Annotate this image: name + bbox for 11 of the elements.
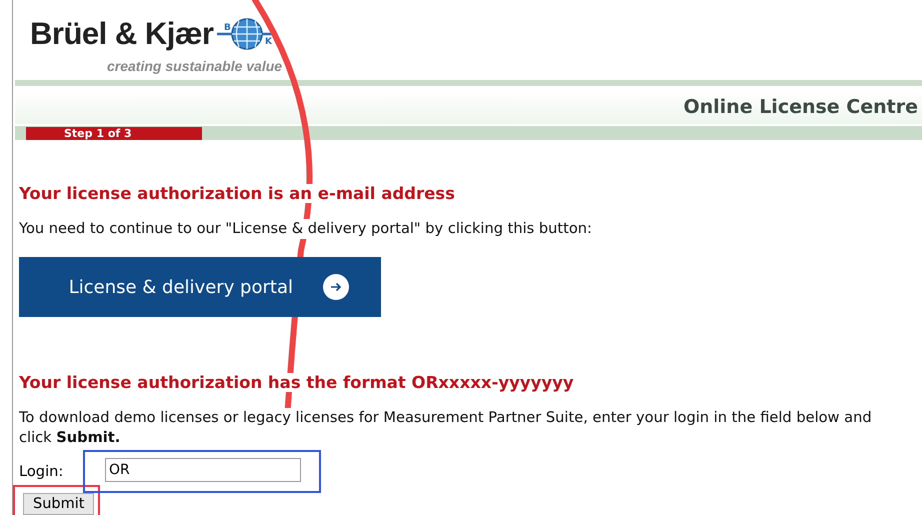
instruction-text: You need to continue to our "License & delivery portal" by clicking this button:: [19, 219, 592, 239]
page-title: Online License Centre: [683, 96, 919, 118]
submit-button[interactable]: Submit: [23, 493, 94, 515]
portal-button[interactable]: License & delivery portal: [19, 257, 381, 317]
brand-name: Brüel & Kjær: [30, 16, 214, 52]
arrow-circle-icon: [323, 274, 349, 300]
section-heading: Your license authorization is an e-mail address: [19, 184, 455, 203]
tagline: creating sustainable value: [107, 58, 282, 74]
section-heading: Your license authorization has the format ORxxxxx-yyyyyyy: [19, 373, 574, 392]
step-indicator: Step 1 of 3: [26, 126, 202, 140]
login-field[interactable]: OR: [105, 458, 301, 482]
